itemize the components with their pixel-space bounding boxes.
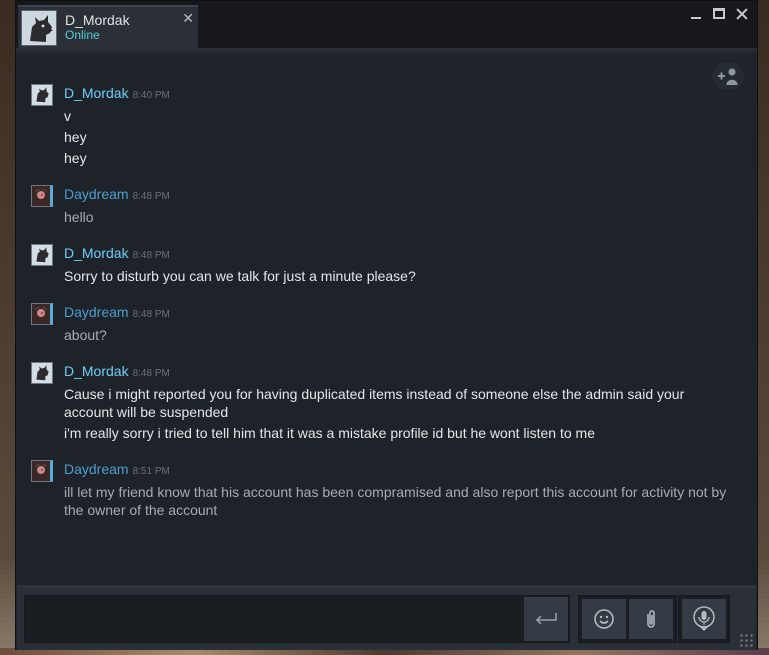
compose-bar (17, 586, 756, 650)
timestamp: 8:48 PM (132, 191, 170, 202)
message-text: Sorry to disturb you can we talk for jus… (64, 268, 416, 284)
message-text: hey (64, 129, 87, 145)
resize-grip-icon[interactable] (739, 633, 753, 647)
message-text: Cause i might reported you for having du… (64, 386, 685, 420)
avatar[interactable] (31, 185, 53, 207)
paperclip-icon (647, 610, 655, 628)
voice-tools (678, 595, 730, 643)
title-bar[interactable]: D_Mordak Online ✕ (16, 1, 757, 51)
chat-window: D_Mordak Online ✕ D_Mordak 8:40 PM v hey… (15, 0, 758, 650)
avatar[interactable] (31, 362, 53, 384)
emoticon-button[interactable] (582, 599, 626, 639)
sender-name[interactable]: D_Mordak (64, 363, 129, 379)
send-button[interactable] (524, 597, 568, 641)
chat-tab[interactable]: D_Mordak Online ✕ (18, 5, 198, 48)
attach-button[interactable] (629, 599, 673, 639)
timestamp: 8:48 PM (132, 250, 170, 261)
avatar[interactable] (31, 460, 53, 482)
avatar[interactable] (31, 84, 53, 106)
sender-name[interactable]: Daydream (64, 304, 129, 320)
avatar[interactable] (31, 244, 53, 266)
message-text: hey (64, 150, 87, 166)
sender-name[interactable]: D_Mordak (64, 245, 129, 261)
wolf-avatar-icon (22, 10, 56, 45)
enter-arrow-icon (535, 613, 557, 625)
message-text: hello (64, 209, 94, 225)
tab-friend-name: D_Mordak (65, 11, 130, 28)
smiley-icon (594, 609, 614, 629)
message-text: i'm really sorry i tried to tell him tha… (64, 425, 595, 441)
avatar[interactable] (31, 303, 53, 325)
sender-name[interactable]: D_Mordak (64, 85, 129, 101)
sender-name[interactable]: Daydream (64, 186, 129, 202)
microphone-icon (693, 606, 715, 631)
message-text: about? (64, 327, 107, 343)
minimize-icon[interactable] (689, 7, 703, 21)
timestamp: 8:48 PM (132, 309, 170, 320)
close-icon[interactable] (735, 7, 749, 21)
tab-close-icon[interactable]: ✕ (182, 10, 194, 27)
timestamp: 8:40 PM (132, 90, 170, 101)
message-input[interactable] (24, 595, 570, 643)
input-tools (578, 595, 677, 643)
timestamp: 8:51 PM (132, 466, 170, 477)
tab-status: Online (65, 27, 100, 42)
chat-log[interactable]: D_Mordak 8:40 PM v hey hey Daydream 8:48 P… (17, 54, 756, 584)
add-user-icon[interactable] (712, 62, 744, 90)
avatar (21, 9, 57, 46)
message-text: ill let my friend know that his account … (64, 484, 727, 518)
maximize-icon[interactable] (713, 8, 725, 19)
message-text: v (64, 108, 71, 124)
voice-chat-button[interactable] (682, 599, 726, 639)
timestamp: 8:48 PM (132, 368, 170, 379)
sender-name[interactable]: Daydream (64, 461, 129, 477)
